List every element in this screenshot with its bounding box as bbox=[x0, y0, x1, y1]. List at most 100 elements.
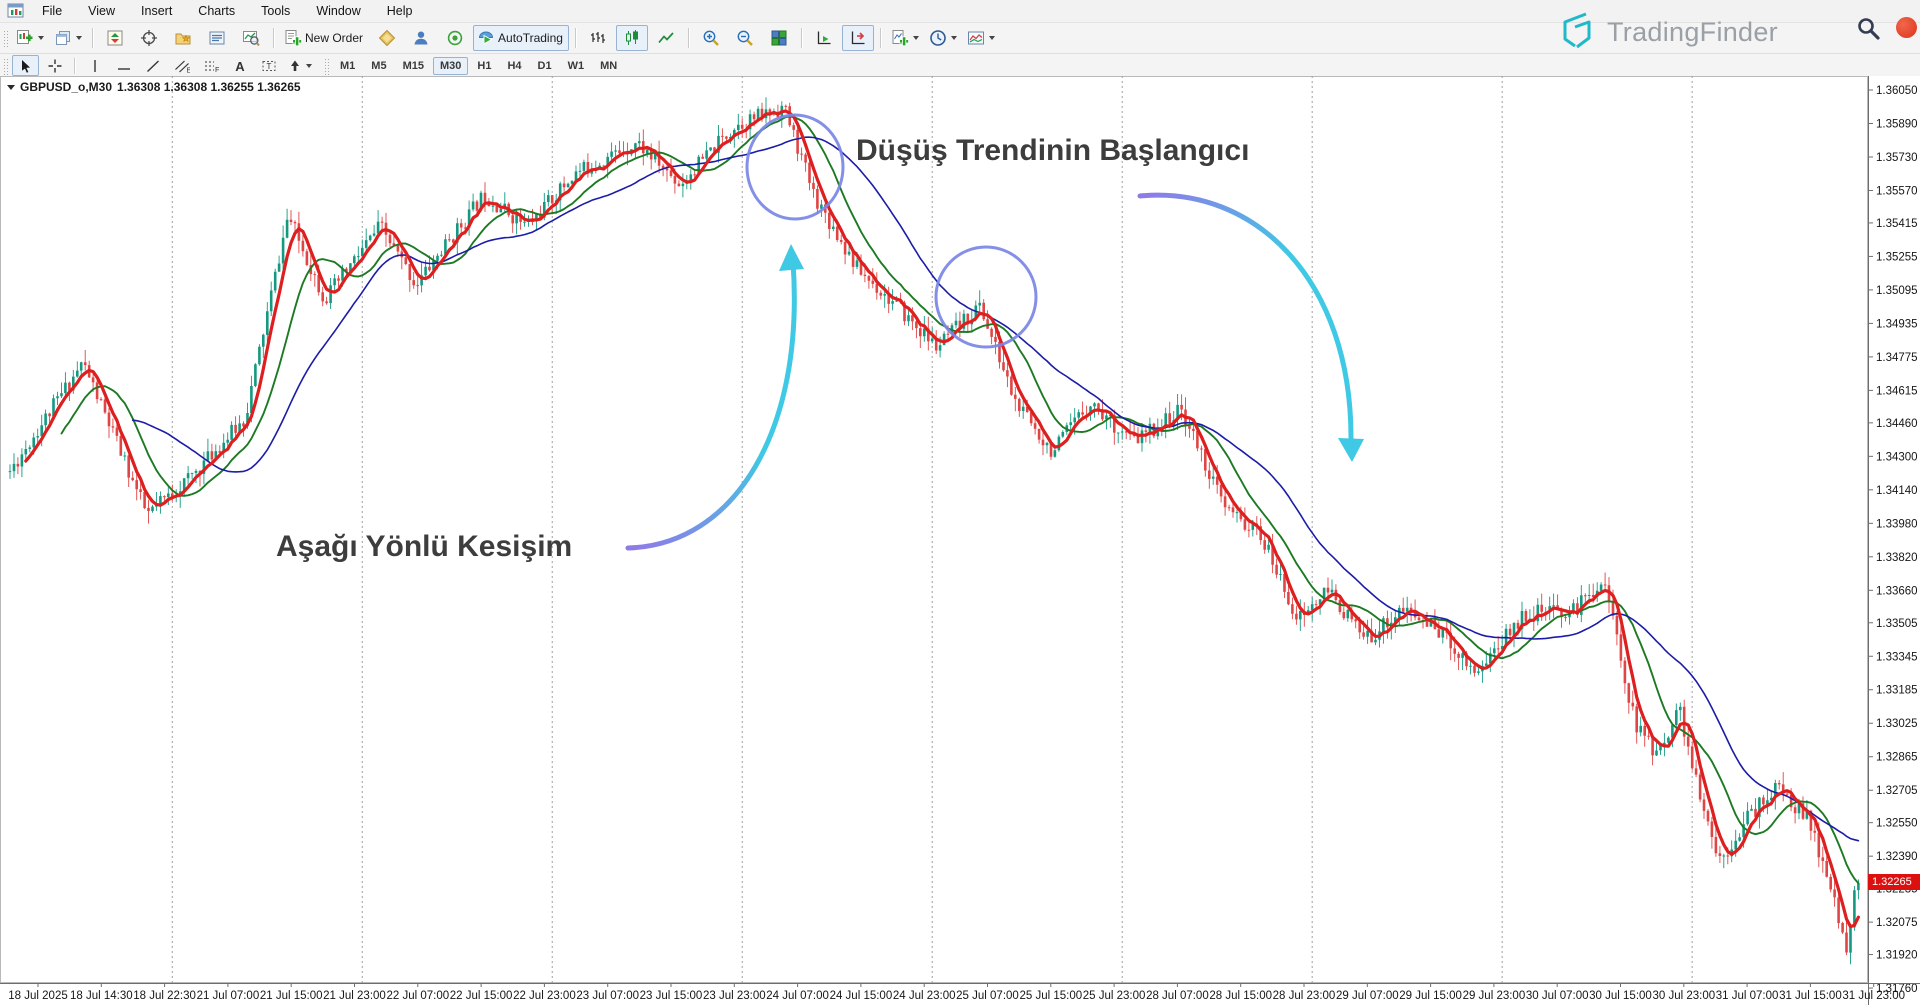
time-label: 25 Jul 07:00 bbox=[956, 990, 1019, 1002]
horizontal-line-icon bbox=[116, 58, 132, 74]
current-price-tag: 1.32265 bbox=[1868, 874, 1920, 890]
autotrading-button[interactable]: AutoTrading bbox=[473, 25, 569, 51]
menu-help[interactable]: Help bbox=[374, 1, 426, 22]
mql5-icon bbox=[412, 29, 430, 47]
time-label: 29 Jul 23:00 bbox=[1463, 990, 1526, 1002]
time-label: 28 Jul 15:00 bbox=[1209, 990, 1272, 1002]
time-label: 21 Jul 15:00 bbox=[260, 990, 323, 1002]
time-label: 30 Jul 15:00 bbox=[1589, 990, 1652, 1002]
menu-view[interactable]: View bbox=[75, 1, 128, 22]
data-window-icon bbox=[140, 29, 158, 47]
time-label: 22 Jul 15:00 bbox=[450, 990, 513, 1002]
trendline-button[interactable] bbox=[139, 55, 166, 76]
signals-button[interactable] bbox=[439, 25, 471, 51]
profiles-button[interactable] bbox=[50, 25, 86, 51]
equidistant-channel-button[interactable]: E bbox=[168, 55, 195, 76]
price-label: 1.32705 bbox=[1876, 785, 1918, 797]
timeframe-m15[interactable]: M15 bbox=[396, 57, 431, 75]
timeframe-mn[interactable]: MN bbox=[593, 57, 624, 75]
chart-area[interactable]: 1.360501.358901.357301.355701.354151.352… bbox=[0, 76, 1920, 1005]
svg-text:A: A bbox=[235, 59, 245, 74]
status-indicator-icon[interactable] bbox=[1896, 17, 1917, 38]
time-label: 18 Jul 14:30 bbox=[70, 990, 133, 1002]
toolbar-grip[interactable] bbox=[3, 29, 8, 47]
auto-scroll-button[interactable] bbox=[808, 25, 840, 51]
text-button[interactable]: A bbox=[226, 55, 253, 76]
periods-button[interactable] bbox=[925, 25, 961, 51]
chart-line-icon bbox=[657, 29, 675, 47]
drawing-toolbar: E F A T M1M5M15M30H1H4D1W1MN bbox=[0, 54, 1920, 78]
price-label: 1.34140 bbox=[1876, 485, 1918, 497]
svg-text:T: T bbox=[266, 62, 271, 71]
time-label: 23 Jul 07:00 bbox=[576, 990, 639, 1002]
menu-charts[interactable]: Charts bbox=[185, 1, 248, 22]
time-label: 23 Jul 23:00 bbox=[703, 990, 766, 1002]
chart-line-button[interactable] bbox=[650, 25, 682, 51]
symbol-label[interactable]: GBPUSD_o,M30 1.36308 1.36308 1.36255 1.3… bbox=[7, 80, 301, 94]
text-label-button[interactable]: T bbox=[255, 55, 282, 76]
toolbar-separator bbox=[74, 58, 75, 74]
crosshair-button[interactable] bbox=[41, 55, 68, 76]
text-icon: A bbox=[232, 58, 248, 74]
price-label: 1.35255 bbox=[1876, 251, 1918, 263]
chart-shift-button[interactable] bbox=[842, 25, 874, 51]
time-label: 18 Jul 2025 bbox=[8, 990, 67, 1002]
navigator-button[interactable] bbox=[167, 25, 199, 51]
timeframe-h1[interactable]: H1 bbox=[470, 57, 498, 75]
price-label: 1.31920 bbox=[1876, 950, 1918, 962]
chart-shift-icon bbox=[849, 29, 867, 47]
svg-text:F: F bbox=[215, 65, 219, 74]
fibonacci-button[interactable]: F bbox=[197, 55, 224, 76]
tile-windows-button[interactable] bbox=[763, 25, 795, 51]
chart-candles-button[interactable] bbox=[616, 25, 648, 51]
price-label: 1.33660 bbox=[1876, 585, 1918, 597]
templates-button[interactable] bbox=[963, 25, 999, 51]
zoom-out-icon bbox=[736, 29, 754, 47]
menu-file[interactable]: File bbox=[29, 1, 75, 22]
zoom-in-button[interactable] bbox=[695, 25, 727, 51]
data-window-button[interactable] bbox=[133, 25, 165, 51]
price-label: 1.33820 bbox=[1876, 552, 1918, 564]
price-label: 1.33185 bbox=[1876, 685, 1918, 697]
price-label: 1.34935 bbox=[1876, 318, 1918, 330]
profiles-caret-icon bbox=[76, 36, 82, 40]
time-label: 30 Jul 07:00 bbox=[1526, 990, 1589, 1002]
menu-window[interactable]: Window bbox=[303, 1, 373, 22]
timeframe-m30[interactable]: M30 bbox=[433, 57, 468, 75]
price-label: 1.35415 bbox=[1876, 218, 1918, 230]
metaeditor-button[interactable] bbox=[371, 25, 403, 51]
vertical-line-button[interactable] bbox=[81, 55, 108, 76]
timeframe-h4[interactable]: H4 bbox=[500, 57, 528, 75]
timeframe-m1[interactable]: M1 bbox=[333, 57, 362, 75]
cursor-button[interactable] bbox=[12, 55, 39, 76]
chart-bars-button[interactable] bbox=[582, 25, 614, 51]
new-order-button[interactable]: New Order bbox=[280, 25, 369, 51]
terminal-button[interactable] bbox=[201, 25, 233, 51]
auto-scroll-icon bbox=[815, 29, 833, 47]
indicators-button[interactable] bbox=[887, 25, 923, 51]
menu-tools[interactable]: Tools bbox=[248, 1, 303, 22]
zoom-out-button[interactable] bbox=[729, 25, 761, 51]
indicators-icon bbox=[891, 29, 909, 47]
price-label: 1.34300 bbox=[1876, 451, 1918, 463]
price-label: 1.35095 bbox=[1876, 285, 1918, 297]
market-watch-button[interactable] bbox=[99, 25, 131, 51]
search-button[interactable] bbox=[1856, 16, 1882, 47]
mql5-button[interactable] bbox=[405, 25, 437, 51]
menu-insert[interactable]: Insert bbox=[128, 1, 185, 22]
crosshair-icon bbox=[47, 58, 63, 74]
strategy-tester-button[interactable] bbox=[235, 25, 267, 51]
timeframe-m5[interactable]: M5 bbox=[364, 57, 393, 75]
time-label: 28 Jul 07:00 bbox=[1146, 990, 1209, 1002]
timeframe-d1[interactable]: D1 bbox=[531, 57, 559, 75]
symbol-dropdown-icon bbox=[7, 85, 15, 90]
toolbar-grip[interactable] bbox=[324, 57, 329, 75]
price-label: 1.35570 bbox=[1876, 185, 1918, 197]
toolbar-grip[interactable] bbox=[3, 57, 8, 75]
arrows-button[interactable] bbox=[284, 55, 315, 76]
time-axis: 18 Jul 202518 Jul 14:3018 Jul 22:3021 Ju… bbox=[0, 983, 1920, 1002]
horizontal-line-button[interactable] bbox=[110, 55, 137, 76]
equidistant-channel-icon: E bbox=[174, 58, 190, 74]
timeframe-w1[interactable]: W1 bbox=[561, 57, 592, 75]
new-chart-button[interactable] bbox=[12, 25, 48, 51]
